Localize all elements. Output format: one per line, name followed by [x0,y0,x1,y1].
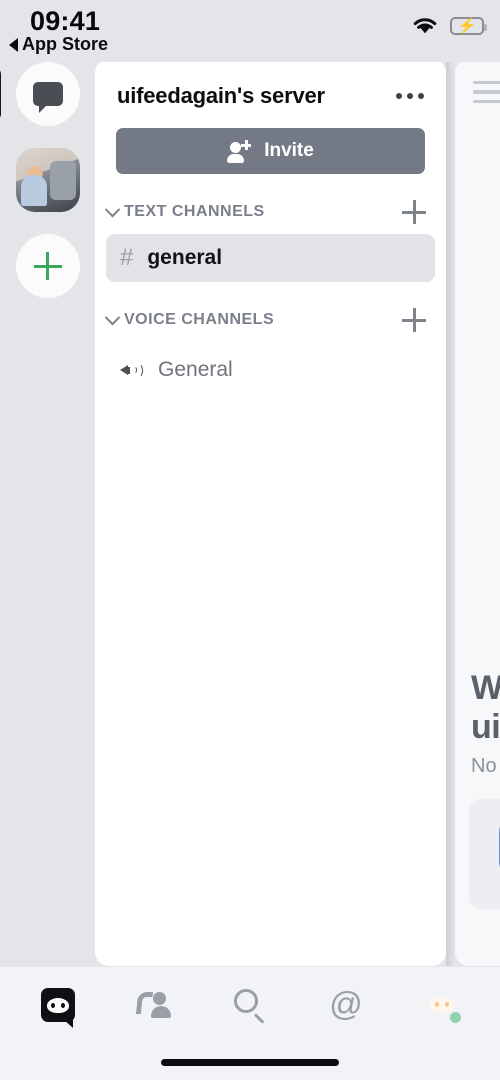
section-text-channels[interactable]: TEXT CHANNELS [95,200,446,224]
speaker-icon [120,360,144,380]
section-voice-channels[interactable]: VOICE CHANNELS [95,308,446,332]
tab-list: @ [0,967,500,1043]
sidebar-item-uifeedagain-server[interactable] [15,148,80,212]
tab-friends[interactable] [122,976,186,1034]
add-server-button[interactable] [15,234,80,298]
welcome-message: W ui No [471,669,500,778]
welcome-line-1: W [471,669,500,707]
back-arrow-icon [9,37,18,52]
channel-name: General [158,358,233,381]
person-add-icon [227,140,251,163]
server-header: uifeedagain's server [95,59,446,109]
hamburger-menu-icon[interactable] [473,81,500,104]
section-voice-channels-left: VOICE CHANNELS [104,309,275,329]
home-indicator [161,1059,339,1066]
wifi-icon [413,18,437,34]
status-indicators: ⚡ [411,16,487,36]
user-avatar-icon [424,987,463,1025]
sidebar-item-direct-messages[interactable] [15,62,80,126]
chevron-down-icon [104,309,121,325]
tab-profile[interactable] [410,976,474,1034]
section-label-voice-channels: VOICE CHANNELS [124,311,275,328]
invite-button-label: Invite [264,140,314,161]
channel-item-general-text[interactable]: # general [106,234,435,282]
battery-charging-icon: ⚡ [450,17,487,35]
channel-item-general-voice[interactable]: General [106,346,435,394]
online-status-badge [448,1010,463,1025]
friends-wave-icon [135,990,171,1020]
welcome-action-card[interactable] [469,799,500,909]
status-time: 09:41 [30,6,101,36]
channel-name: general [147,246,223,269]
search-icon [234,989,266,1024]
add-text-channel-button[interactable] [402,200,426,224]
tab-mentions[interactable]: @ [314,976,378,1034]
section-label-text-channels: TEXT CHANNELS [124,203,265,220]
hash-icon: # [120,244,134,271]
panel-shadow [446,59,455,966]
at-mention-icon: @ [329,985,363,1022]
tab-search[interactable] [218,976,282,1034]
channel-panel-peek[interactable]: W ui No [455,59,500,966]
server-name: uifeedagain's server [117,83,325,108]
plus-icon [33,252,62,280]
discord-logo-icon [41,988,75,1028]
active-server-indicator [0,68,1,120]
back-label: App Store [22,34,109,54]
overflow-menu-icon[interactable] [392,85,428,107]
bottom-tab-bar: @ [0,966,500,1080]
tab-servers[interactable] [26,976,90,1034]
invite-button[interactable]: Invite [116,128,425,174]
welcome-subtitle: No [471,754,497,777]
server-avatar-photo [15,148,80,212]
chevron-down-icon [104,201,121,217]
server-sidebar: uifeedagain's server Invite TEXT CHANNEL… [95,59,446,966]
back-to-app-store-button[interactable]: App Store [9,34,108,55]
peek-header [455,59,500,104]
add-voice-channel-button[interactable] [402,308,426,332]
welcome-line-2: ui [471,708,500,747]
section-text-channels-left: TEXT CHANNELS [104,201,265,221]
phone-screen: W ui No uifeedagain's server Invite TEXT… [0,0,500,1080]
chat-bubble-icon [32,82,63,113]
status-bar: 09:41 App Store ⚡ [0,0,500,62]
server-rail [0,62,95,966]
